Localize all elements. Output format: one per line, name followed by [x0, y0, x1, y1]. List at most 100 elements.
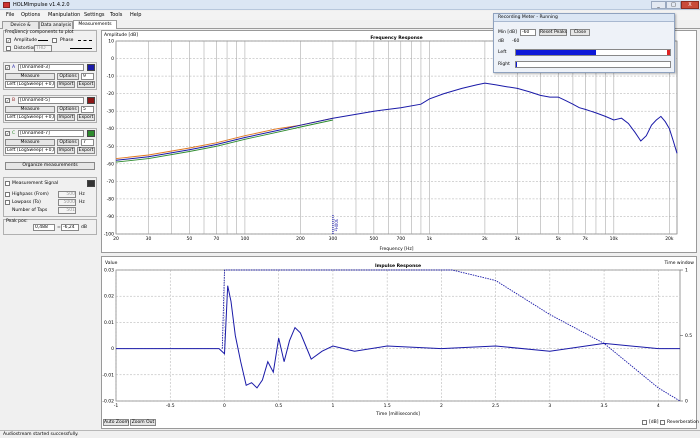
freq-xtick-label: 100: [241, 236, 250, 242]
measurement-c-name[interactable]: [Unnamed-7]: [18, 130, 84, 137]
imp-chart-title: Impulse Response: [375, 263, 421, 269]
freq-xtick-label: 500: [370, 236, 379, 242]
auto-zoom-button[interactable]: Auto Zoom: [103, 419, 129, 426]
menu-help[interactable]: Help: [130, 12, 141, 18]
freq-x-axis-label: Frequency [Hz]: [380, 246, 414, 252]
close-button[interactable]: X: [681, 1, 699, 9]
reverberation-label: Reverberation: [667, 420, 699, 425]
freq-xtick-label: 20k: [665, 236, 674, 242]
measurement-b-range[interactable]: Left (LogSweep) +0,0dB: [5, 114, 55, 121]
taps-label: Number of Taps: [12, 208, 48, 213]
reverberation-checkbox[interactable]: [660, 420, 665, 425]
reset-peaks-button[interactable]: Reset Peaks: [539, 29, 567, 36]
imp-x-axis-label: Time [milliseconds]: [375, 411, 420, 417]
measurement-b-checkbox[interactable]: ✓: [5, 98, 10, 103]
measurement-signal-checkbox[interactable]: [5, 181, 10, 186]
freq-xtick-label: 2k: [482, 236, 488, 242]
freq-ytick-label: 0: [111, 56, 114, 62]
menu-options[interactable]: Options: [21, 12, 40, 18]
freq-ytick-label: -20: [107, 91, 114, 97]
lowpass-input[interactable]: 5000: [58, 199, 76, 206]
measurement-c-measure-button[interactable]: Measure: [5, 139, 55, 146]
imp-ytick-label: -0.01: [102, 372, 114, 378]
organize-measurements-button[interactable]: Organize measurements: [5, 162, 95, 170]
highpass-checkbox[interactable]: [5, 192, 10, 197]
menu-tools[interactable]: Tools: [110, 12, 122, 18]
taps-input[interactable]: 501: [58, 207, 76, 214]
freq-xtick-label: 700: [397, 236, 406, 242]
measurement-b-measure-button[interactable]: Measure: [5, 106, 55, 113]
highpass-label: Highpass (From): [12, 192, 49, 197]
distortion-checkbox[interactable]: [6, 46, 11, 51]
menu-settings[interactable]: Settings: [84, 12, 105, 18]
freq-xtick-label: 7k: [583, 236, 589, 242]
measurement-a-color[interactable]: [87, 64, 95, 71]
measurement-a-import-button[interactable]: Import: [57, 81, 75, 88]
lowpass-checkbox[interactable]: [5, 200, 10, 205]
menu-manipulation[interactable]: Manipulation: [48, 12, 80, 18]
minimize-button[interactable]: _: [651, 1, 666, 9]
freq-ytick-label: -50: [107, 144, 114, 150]
measurement-c-options-button[interactable]: Options: [57, 139, 79, 146]
phase-line-style: [78, 40, 92, 41]
status-bar: Audiostream started successfully.: [0, 430, 700, 438]
measurement-c-number[interactable]: 7: [81, 139, 94, 146]
freq-xtick-label: 300: [329, 236, 338, 242]
imp-y2tick-label: 0: [685, 399, 688, 405]
freq-ytick-label: -60: [107, 161, 114, 167]
db-checkbox[interactable]: [642, 420, 647, 425]
measurement-c-import-button[interactable]: Import: [57, 147, 75, 154]
measurement-c-checkbox[interactable]: ✓: [5, 131, 10, 136]
distortion-label: Distortion: [14, 46, 37, 51]
measurement-c-range[interactable]: Left (LogSweep) +0,0dB: [5, 147, 55, 154]
measurement-a-export-button[interactable]: Export: [77, 81, 95, 88]
left-channel-label: Left: [498, 50, 507, 55]
peak-db-unit: dB: [81, 225, 87, 230]
tab-device-signal[interactable]: Device & Signal: [2, 21, 39, 35]
imp-ytick-label: 0: [111, 346, 114, 352]
measurement-a-number[interactable]: 9: [81, 73, 94, 80]
measurement-b-color[interactable]: [87, 97, 95, 104]
measurement-c-export-button[interactable]: Export: [77, 147, 95, 154]
lowpass-label: Lowpass (To): [12, 200, 41, 205]
measurement-b-import-button[interactable]: Import: [57, 114, 75, 121]
maximize-button[interactable]: □: [666, 1, 681, 9]
freq-xtick-label: 70: [213, 236, 219, 242]
freq-marker-label: 300Hz: [333, 219, 338, 232]
db-scale-value: -60: [512, 39, 520, 44]
measurement-b-export-button[interactable]: Export: [77, 114, 95, 121]
imp-xtick-label: 3.5: [600, 403, 607, 409]
recording-meter-close-button[interactable]: Close: [570, 29, 590, 36]
measurement-b-name[interactable]: [Unnamed-5]: [18, 97, 84, 104]
freq-xtick-label: 20: [113, 236, 119, 242]
tab-measurements[interactable]: Measurements: [73, 20, 117, 29]
measurement-a-checkbox[interactable]: ✓: [5, 65, 10, 70]
left-level-meter: [515, 49, 671, 56]
highpass-input[interactable]: 500: [58, 191, 76, 198]
measurement-a-name[interactable]: [Unnamed-3]: [18, 64, 84, 71]
measurement-signal-color[interactable]: [87, 180, 95, 187]
measurement-a-measure-button[interactable]: Measure: [5, 73, 55, 80]
impulse-response-chart[interactable]: -1 -0.5 0 0.5 1 1.5 2 2.5 3 3.5 4 0.03 0.02 0.01 0 -0.0…: [102, 257, 698, 430]
zoom-out-button[interactable]: Zoom Out: [130, 419, 156, 426]
min-db-input[interactable]: -60: [520, 29, 536, 36]
measurement-b-options-button[interactable]: Options: [57, 106, 79, 113]
measurement-c-color[interactable]: [87, 130, 95, 137]
impulse-response-panel[interactable]: -1 -0.5 0 0.5 1 1.5 2 2.5 3 3.5 4 0.03 0.02 0.01 0 -0.0…: [101, 256, 699, 430]
left-peak-indicator: [667, 50, 670, 55]
imp-y2tick-label: 0.5: [685, 333, 692, 339]
measurement-b-number[interactable]: 5: [81, 106, 94, 113]
phase-checkbox[interactable]: [52, 38, 57, 43]
imp-xtick-label: 4: [657, 403, 660, 409]
menu-file[interactable]: File: [6, 12, 14, 18]
measurement-a-options-button[interactable]: Options: [57, 73, 79, 80]
imp-xtick-label: 3: [548, 403, 551, 409]
amplitude-checkbox[interactable]: ✓: [6, 38, 11, 43]
measurement-a-range[interactable]: Left (LogSweep) +0,0dB: [5, 81, 55, 88]
tab-data-analysis[interactable]: Data analysis: [39, 21, 73, 29]
imp-xtick-label: -1: [114, 403, 119, 409]
recording-meter-window: Recording Meter - Running Min [dB] -60 R…: [493, 13, 675, 73]
distortion-type-select[interactable]: THD: [34, 45, 52, 52]
db-scale-label: dB: [498, 39, 504, 44]
distortion-line-style: [70, 48, 92, 49]
